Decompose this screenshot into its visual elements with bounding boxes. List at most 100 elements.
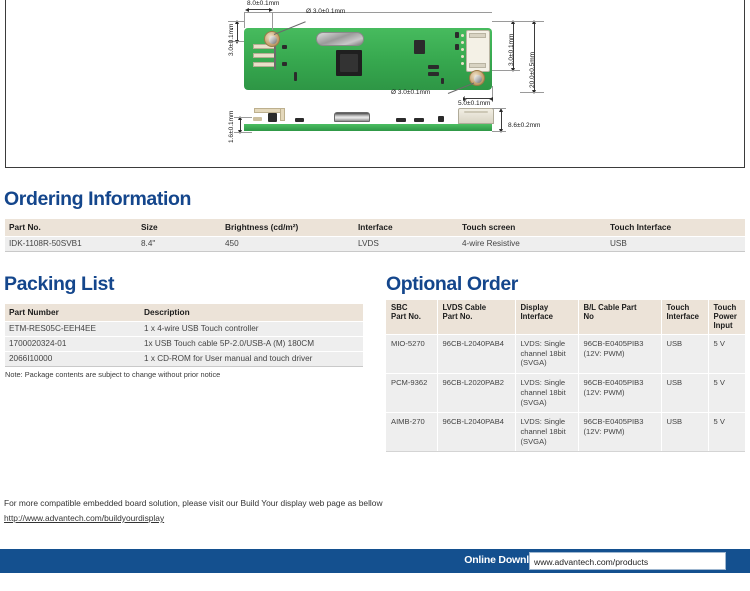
dim-bottom-right-width: 5.0±0.1mm bbox=[458, 100, 491, 107]
optional-order-heading: Optional Order bbox=[386, 273, 518, 295]
pcb-component bbox=[441, 78, 444, 84]
col-description: Description bbox=[140, 304, 363, 322]
pcb-component bbox=[455, 44, 459, 50]
pcb-pin bbox=[461, 41, 464, 44]
col-lvds-cable-part-no: LVDS Cable Part No. bbox=[437, 300, 516, 335]
cell-lvds-cable-part-no: 96CB-L2020PAB2 bbox=[437, 373, 516, 413]
col-touch-screen: Touch screen bbox=[458, 219, 606, 237]
pcb-pin bbox=[461, 48, 464, 51]
cell-touch-interface: USB bbox=[661, 373, 709, 413]
pcb-side-component bbox=[414, 118, 424, 122]
dim-hole-dia-top: Ø 3.0±0.1mm bbox=[306, 8, 346, 15]
cell-touch-interface: USB bbox=[606, 236, 745, 252]
pcb-pin bbox=[461, 34, 464, 37]
dim-arrow bbox=[245, 7, 249, 12]
cell-display-interface: LVDS: Single channel 18bit (SVGA) bbox=[515, 373, 579, 413]
col-part-no: Part No. bbox=[5, 219, 137, 237]
table-row: ETM-RES05C-EEH4EE 1 x 4-wire USB Touch c… bbox=[5, 321, 363, 337]
col-sbc-part-no: SBC Part No. bbox=[386, 300, 438, 335]
pcb-side-component bbox=[268, 113, 277, 122]
cell-part-no: IDK-1108R-50SVB1 bbox=[5, 236, 137, 252]
pcb-pad bbox=[253, 53, 275, 58]
cell-touch-power-input: 5 V bbox=[708, 412, 745, 453]
pcb-side-capacitor bbox=[334, 112, 370, 122]
dim-line-5mm bbox=[466, 98, 491, 99]
pcb-pin bbox=[461, 55, 464, 58]
dim-ext-line bbox=[272, 12, 273, 30]
ordering-heading: Ordering Information bbox=[4, 188, 192, 210]
pcb-connector-slot bbox=[469, 33, 486, 38]
col-size: Size bbox=[137, 219, 221, 237]
cell-lvds-cable-part-no: 96CB-L2040PAB4 bbox=[437, 412, 516, 453]
dim-ext-line bbox=[234, 132, 252, 133]
cell-display-interface: LVDS: Single channel 18bit (SVGA) bbox=[515, 333, 579, 374]
pcb-component bbox=[294, 72, 297, 81]
col-touch-interface: Touch Interface bbox=[606, 219, 745, 237]
cell-size: 8.4" bbox=[137, 236, 221, 252]
dim-ext-line bbox=[520, 92, 544, 93]
dim-ext-line bbox=[492, 131, 506, 132]
col-display-interface: Display Interface bbox=[515, 300, 579, 335]
dim-hole-dia-bottom: Ø 3.0±0.1mm bbox=[391, 89, 431, 96]
footer-description: For more compatible embedded board solut… bbox=[4, 498, 383, 508]
dim-side-right-height: 8.6±0.2mm bbox=[508, 122, 541, 129]
pcb-component bbox=[282, 45, 287, 49]
table-header-row: Part No. Size Brightness (cd/m²) Interfa… bbox=[5, 219, 745, 237]
dim-ext-line bbox=[234, 117, 252, 118]
pcb-side-component bbox=[396, 118, 406, 122]
dim-top-left-width: 8.0±0.1mm bbox=[247, 0, 280, 7]
packing-list-table: Part Number Description ETM-RES05C-EEH4E… bbox=[5, 304, 363, 367]
datasheet-page: 8.0±0.1mm Ø 3.0±0.1mm 3.0±0.1mm 3.0±0.1m… bbox=[0, 0, 750, 591]
dim-line-8p6 bbox=[501, 110, 502, 131]
cell-sbc-part-no: PCM-9362 bbox=[386, 373, 438, 413]
cell-part-number: 1700020324-01 bbox=[5, 336, 140, 352]
table-row: 1700020324-01 1x USB Touch cable 5P-2.0/… bbox=[5, 336, 363, 352]
dim-ext-line bbox=[228, 21, 244, 22]
dim-ext-line bbox=[492, 70, 520, 71]
pcb-ribbon-cable-bend bbox=[280, 108, 285, 121]
dim-left-height: 3.0±0.1mm bbox=[228, 23, 235, 56]
online-download-url-field[interactable]: www.advantech.com/products bbox=[529, 552, 726, 570]
col-bl-cable-part-no: B/L Cable Part No bbox=[578, 300, 662, 335]
cell-touch-screen: 4-wire Resistive bbox=[458, 236, 606, 252]
dim-overall-height: 20.0±0.5mm bbox=[529, 51, 536, 88]
pcb-side-connector-line bbox=[464, 111, 488, 113]
ordering-information-table: Part No. Size Brightness (cd/m²) Interfa… bbox=[5, 219, 745, 252]
col-interface: Interface bbox=[354, 219, 458, 237]
packing-note: Note: Package contents are subject to ch… bbox=[5, 370, 221, 379]
mechanical-drawing-frame: 8.0±0.1mm Ø 3.0±0.1mm 3.0±0.1mm 3.0±0.1m… bbox=[5, 0, 745, 168]
table-row: AIMB-270 96CB-L2040PAB4 LVDS: Single cha… bbox=[386, 412, 745, 453]
cell-sbc-part-no: AIMB-270 bbox=[386, 412, 438, 453]
dim-ext-line bbox=[244, 12, 245, 28]
dim-ext-line bbox=[492, 21, 520, 22]
col-touch-interface: Touch Interface bbox=[661, 300, 709, 335]
dim-right-height: 3.0±0.1mm bbox=[508, 33, 515, 66]
pcb-connector-slot bbox=[469, 63, 486, 68]
pcb-pad bbox=[253, 62, 275, 67]
col-part-number: Part Number bbox=[5, 304, 140, 322]
pcb-pin bbox=[461, 62, 464, 65]
pcb-side-component bbox=[438, 116, 444, 122]
table-row: 2066I10000 1 x CD-ROM for User manual an… bbox=[5, 351, 363, 367]
col-brightness: Brightness (cd/m²) bbox=[221, 219, 354, 237]
table-row: PCM-9362 96CB-L2020PAB2 LVDS: Single cha… bbox=[386, 373, 745, 413]
cell-touch-power-input: 5 V bbox=[708, 333, 745, 374]
pcb-component bbox=[428, 65, 439, 69]
dim-line-left3 bbox=[237, 22, 238, 41]
cell-display-interface: LVDS: Single channel 18bit (SVGA) bbox=[515, 412, 579, 453]
packing-list-heading: Packing List bbox=[4, 273, 115, 295]
table-row: MIO-5270 96CB-L2040PAB4 LVDS: Single cha… bbox=[386, 333, 745, 374]
cell-bl-cable-part-no: 96CB-E0405PIB3 (12V: PWM) bbox=[578, 412, 662, 453]
pcb-side-component bbox=[295, 118, 304, 122]
cell-sbc-part-no: MIO-5270 bbox=[386, 333, 438, 374]
pcb-component bbox=[414, 40, 425, 54]
pcb-component bbox=[455, 32, 459, 38]
pcb-component bbox=[282, 62, 287, 66]
cell-part-number: 2066I10000 bbox=[5, 351, 140, 367]
cell-description: 1 x 4-wire USB Touch controller bbox=[140, 321, 363, 337]
col-touch-power-input: Touch Power Input bbox=[708, 300, 745, 335]
dim-arrow bbox=[269, 7, 273, 12]
pcb-side-pad bbox=[253, 117, 262, 121]
dim-side-left-height: 1.6±0.1mm bbox=[228, 110, 235, 143]
buildyourdisplay-link[interactable]: http://www.advantech.com/buildyourdispla… bbox=[4, 513, 164, 523]
